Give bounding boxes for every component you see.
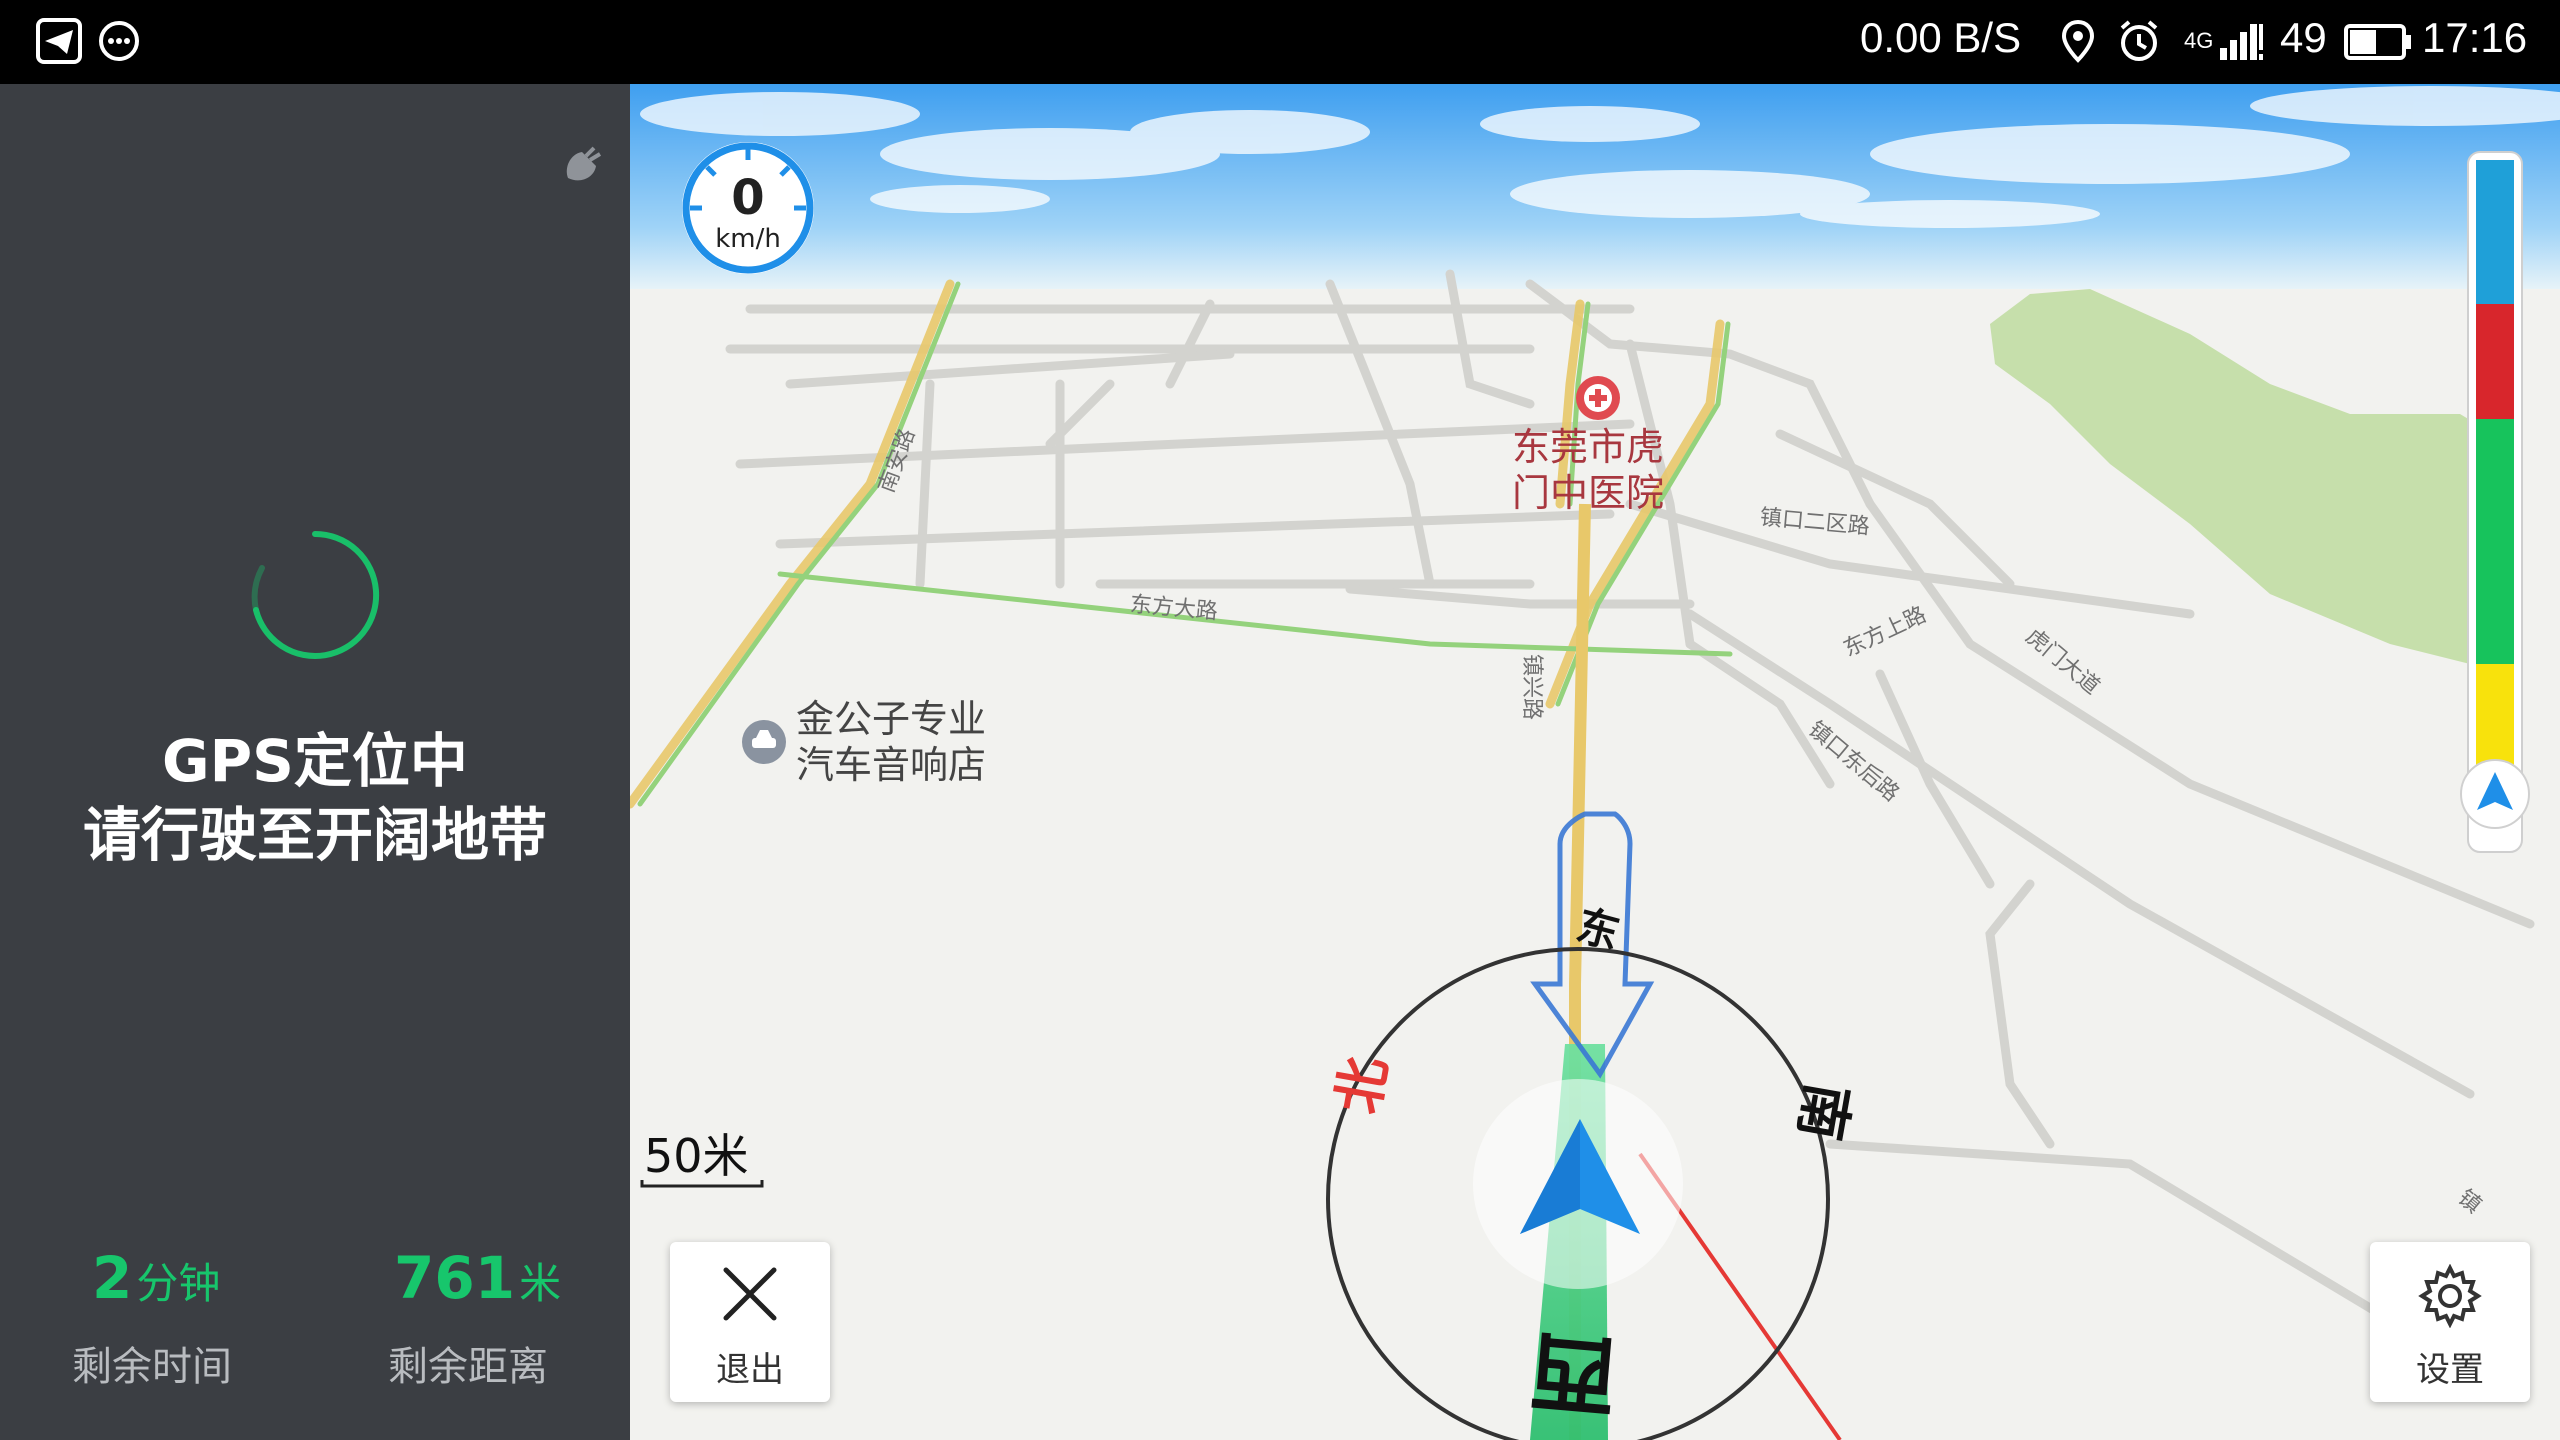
remaining-distance-value: 761米 (394, 1244, 561, 1312)
navigation-info-panel: GPS定位中 请行驶至开阔地带 2分钟 剩余时间 761米 剩余距离 (0, 84, 630, 1440)
poi-hospital-label-line2: 门中医院 (1512, 471, 1665, 515)
clock: 17:16 (2422, 14, 2528, 61)
network-type: 4G (2184, 28, 2214, 53)
battery-percent: 49 (2280, 14, 2327, 61)
battery-icon (2344, 24, 2411, 60)
exit-button[interactable]: 退出 (670, 1242, 830, 1402)
status-bar: 0.00 B/S 4G 49 17:16 (0, 0, 2560, 84)
speed-value: 0 (731, 170, 765, 226)
remaining-time-unit: 分钟 (136, 1259, 221, 1308)
remaining-time-value: 2分钟 (92, 1244, 220, 1312)
traffic-bar (2460, 151, 2530, 853)
exit-label: 退出 (716, 1350, 784, 1390)
scale-label: 50米 (644, 1129, 749, 1183)
location-icon (2061, 19, 2095, 63)
speed-unit: km/h (715, 224, 781, 254)
loading-spinner-icon (251, 531, 380, 659)
chat-bubble-icon (99, 21, 139, 61)
gear-icon (2418, 1264, 2482, 1328)
poi-car-shop-label[interactable]: 金公子专业 汽车音响店 (796, 696, 986, 788)
poi-hospital-label[interactable]: 东莞市虎 门中医院 (1512, 424, 1664, 516)
telegram-icon (36, 18, 82, 64)
gps-status-line1: GPS定位中 (162, 727, 468, 795)
road-label-zhenxing: 镇兴路 (1519, 654, 1544, 721)
car-shop-marker-icon[interactable] (742, 720, 786, 764)
navigation-map[interactable]: 0 km/h 东莞市虎 门中医院 金公子专业 汽车音响店 东方大路 镇兴路 东方… (630, 84, 2560, 1440)
gps-status-line2: 请行驶至开阔地带 (82, 801, 547, 869)
remaining-distance-unit: 米 (519, 1259, 562, 1308)
compass-west: 西 (1526, 1318, 1621, 1426)
poi-car-shop-label-line1: 金公子专业 (796, 697, 987, 741)
close-icon (723, 1267, 777, 1321)
remaining-time-number: 2 (92, 1244, 133, 1312)
settings-label: 设置 (2416, 1350, 2484, 1390)
hospital-marker-icon[interactable] (1576, 376, 1620, 420)
gps-status-message: GPS定位中 请行驶至开阔地带 (0, 724, 630, 872)
remaining-time-label: 剩余时间 (72, 1344, 232, 1390)
poi-car-shop-label-line2: 汽车音响店 (796, 743, 987, 787)
signal-icon (2220, 24, 2263, 60)
settings-button[interactable]: 设置 (2370, 1242, 2530, 1402)
satellite-icon[interactable] (560, 140, 606, 186)
net-speed: 0.00 B/S (1860, 14, 2022, 61)
remaining-distance-number: 761 (394, 1244, 516, 1312)
remaining-distance-label: 剩余距离 (388, 1344, 548, 1390)
poi-hospital-label-line1: 东莞市虎 (1512, 425, 1665, 469)
alarm-icon (2120, 20, 2158, 61)
